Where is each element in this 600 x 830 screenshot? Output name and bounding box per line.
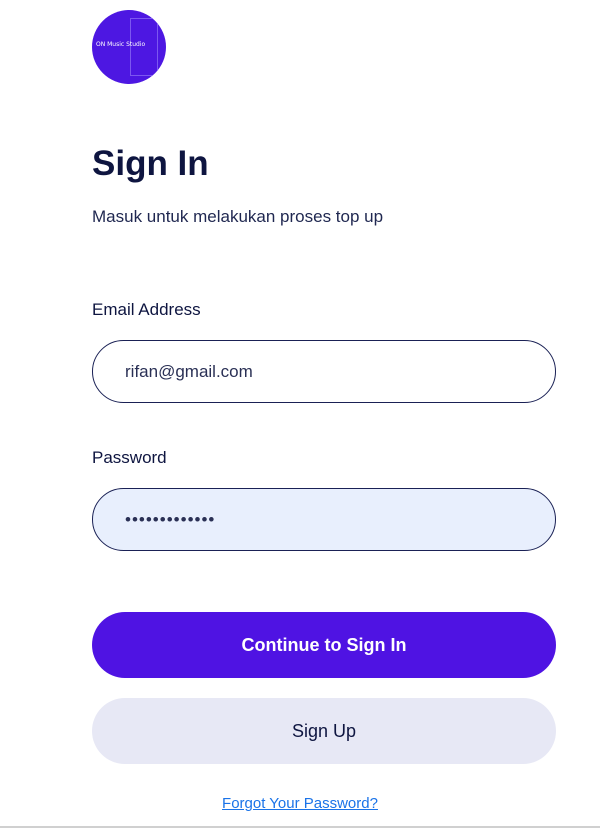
- logo-icon: ON Music Studio: [92, 10, 166, 84]
- password-field[interactable]: [92, 488, 556, 551]
- email-label: Email Address: [92, 300, 201, 319]
- page-title: Sign In: [92, 144, 209, 183]
- sign-up-button[interactable]: Sign Up: [92, 698, 556, 764]
- password-label: Password: [92, 448, 167, 467]
- sign-in-page: ON Music Studio Sign In Masuk untuk mela…: [0, 0, 600, 830]
- forgot-password-container: Forgot Your Password?: [0, 794, 600, 814]
- page-subtitle: Masuk untuk melakukan proses top up: [92, 207, 384, 226]
- forgot-password-link[interactable]: Forgot Your Password?: [222, 795, 378, 812]
- bottom-divider: [0, 826, 600, 828]
- continue-sign-in-button[interactable]: Continue to Sign In: [92, 612, 556, 678]
- email-field[interactable]: [92, 340, 556, 403]
- logo-text: ON Music Studio: [96, 41, 146, 48]
